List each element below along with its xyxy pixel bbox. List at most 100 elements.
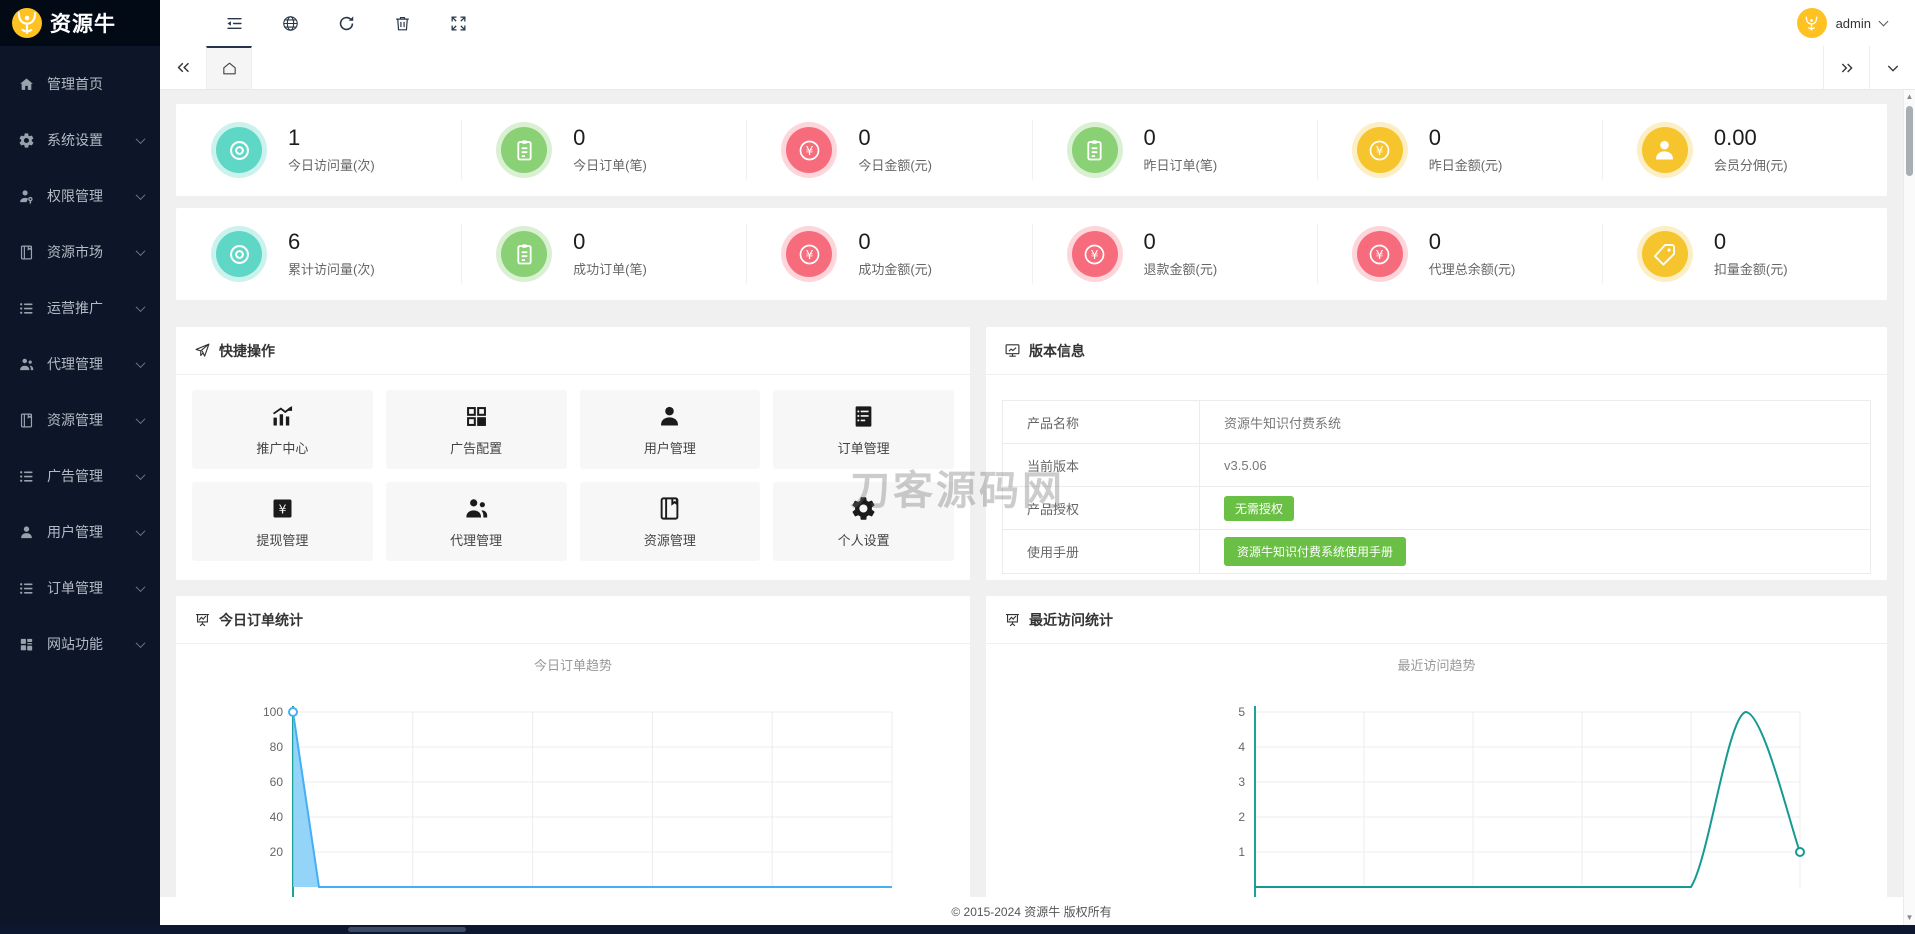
fullscreen-icon: [449, 14, 468, 33]
monitor-icon: [1004, 342, 1021, 359]
user-menu[interactable]: admin: [1797, 8, 1915, 38]
sidebar-item-resources[interactable]: 资源管理: [0, 392, 160, 448]
chevron-down-icon: [136, 638, 146, 648]
stat-today-amount: ¥ 0 今日金额(元): [746, 104, 1031, 196]
svg-text:60: 60: [270, 775, 284, 789]
svg-text:¥: ¥: [805, 144, 813, 158]
vertical-scrollbar[interactable]: ▲ ▼: [1903, 90, 1915, 925]
quick-withdraw-management-button[interactable]: ¥ 提现管理: [192, 482, 373, 561]
version-info-header: 版本信息: [986, 327, 1887, 375]
chart-panel-header: 最近访问统计: [986, 596, 1887, 644]
stat-value: 0: [573, 126, 647, 150]
topbar: admin: [160, 0, 1915, 46]
stat-today-orders: 0 今日订单(笔): [461, 104, 746, 196]
sidebar-item-label: 订单管理: [47, 578, 137, 598]
sidebar-item-site-features[interactable]: 网站功能: [0, 616, 160, 672]
stat-label: 今日订单(笔): [573, 155, 647, 174]
yen-circle-icon: ¥: [1072, 231, 1118, 277]
stat-label: 今日金额(元): [858, 155, 932, 174]
sidebar-item-orders[interactable]: 订单管理: [0, 560, 160, 616]
sidebar-item-operations[interactable]: 运营推广: [0, 280, 160, 336]
brand-bull-icon: [12, 8, 42, 38]
sidebar-item-ads[interactable]: 广告管理: [0, 448, 160, 504]
horizontal-scrollbar[interactable]: [0, 925, 1915, 934]
chevron-down-icon: [136, 190, 146, 200]
stat-member-commission: 0.00 会员分佣(元): [1602, 104, 1887, 196]
svg-text:20: 20: [270, 845, 284, 859]
version-info-panel: 版本信息 产品名称 资源牛知识付费系统 当前版本 v3.5.06 产品授权 无需…: [986, 327, 1887, 580]
sidebar-item-system-settings[interactable]: 系统设置: [0, 112, 160, 168]
quick-agent-management-button[interactable]: 代理管理: [386, 482, 567, 561]
svg-text:¥: ¥: [1091, 248, 1099, 262]
clipboard-icon: [501, 231, 547, 277]
user-icon: [1642, 127, 1688, 173]
language-button[interactable]: [262, 0, 318, 46]
svg-text:¥: ¥: [1376, 248, 1384, 262]
trash-icon: [393, 14, 412, 33]
brand-logo[interactable]: 资源牛: [0, 0, 160, 46]
sidebar-item-label: 系统设置: [47, 130, 137, 150]
fullscreen-button[interactable]: [430, 0, 486, 46]
quick-user-management-button[interactable]: 用户管理: [580, 390, 761, 469]
scroll-down-arrow[interactable]: ▼: [1904, 911, 1915, 925]
gear-icon: [850, 495, 877, 522]
quick-resource-management-button[interactable]: 资源管理: [580, 482, 761, 561]
sidebar-item-agents[interactable]: 代理管理: [0, 336, 160, 392]
stat-label: 代理总余额(元): [1429, 259, 1516, 278]
stat-label: 退款金额(元): [1144, 259, 1218, 278]
scroll-up-arrow[interactable]: ▲: [1904, 90, 1915, 104]
sidebar-item-permissions[interactable]: 权限管理: [0, 168, 160, 224]
stat-value: 1: [288, 126, 375, 150]
svg-text:80: 80: [270, 740, 284, 754]
copyright-text: © 2015-2024 资源牛 版权所有: [951, 903, 1111, 920]
tabs-scroll-right-button[interactable]: [1823, 46, 1869, 89]
quick-actions-panel: 快捷操作 推广中心 广告配置 用户管理: [176, 327, 970, 580]
eye-icon: [216, 127, 262, 173]
user-manual-button[interactable]: 资源牛知识付费系统使用手册: [1224, 537, 1406, 566]
today-orders-chart: 今日订单趋势20406080100: [176, 644, 970, 897]
sidebar-item-label: 用户管理: [47, 522, 137, 542]
tabs-scroll-left-button[interactable]: [160, 46, 206, 89]
quick-promotion-center-button[interactable]: 推广中心: [192, 390, 373, 469]
stat-refund-amount: ¥ 0 退款金额(元): [1032, 208, 1317, 300]
sidebar-item-label: 资源管理: [47, 410, 137, 430]
panel-title: 版本信息: [1029, 341, 1085, 361]
stats-row-1: 1 今日访问量(次) 0 今日订单(笔) ¥ 0 今日金额(元) 0 昨日订单(…: [176, 104, 1887, 196]
brand-name: 资源牛: [50, 8, 116, 38]
chevron-down-icon: [136, 134, 146, 144]
home-icon: [18, 76, 35, 93]
quick-personal-settings-button[interactable]: 个人设置: [773, 482, 954, 561]
clear-cache-button[interactable]: [374, 0, 430, 46]
stat-value: 0: [1429, 126, 1503, 150]
quick-order-management-button[interactable]: 订单管理: [773, 390, 954, 469]
stat-success-amount: ¥ 0 成功金额(元): [746, 208, 1031, 300]
chart-board-icon: [1004, 611, 1021, 628]
horizontal-scrollbar-thumb[interactable]: [348, 927, 466, 932]
sidebar-item-resource-market[interactable]: 资源市场: [0, 224, 160, 280]
footer: © 2015-2024 资源牛 版权所有: [160, 897, 1903, 925]
double-chevron-left-icon: [175, 59, 192, 76]
sidebar-item-users[interactable]: 用户管理: [0, 504, 160, 560]
svg-text:3: 3: [1238, 775, 1245, 789]
tabs-menu-button[interactable]: [1869, 46, 1915, 89]
stat-value: 0: [1429, 230, 1516, 254]
quick-ad-config-button[interactable]: 广告配置: [386, 390, 567, 469]
chevron-down-icon: [136, 526, 146, 536]
vertical-scrollbar-thumb[interactable]: [1906, 106, 1913, 176]
user-key-icon: [18, 188, 35, 205]
avatar: [1797, 8, 1827, 38]
stat-label: 昨日金额(元): [1429, 155, 1503, 174]
stat-total-visits: 6 累计访问量(次): [176, 208, 461, 300]
svg-text:100: 100: [263, 705, 283, 719]
list-icon: [18, 300, 35, 317]
menu-fold-icon: [225, 14, 244, 33]
panel-title: 今日订单统计: [219, 610, 303, 630]
collapse-sidebar-button[interactable]: [206, 0, 262, 46]
tab-home[interactable]: [206, 46, 252, 89]
stats-row-2: 6 累计访问量(次) 0 成功订单(笔) ¥ 0 成功金额(元) ¥ 0 退款金…: [176, 208, 1887, 300]
svg-text:¥: ¥: [278, 502, 286, 516]
sidebar-item-home[interactable]: 管理首页: [0, 56, 160, 112]
chevron-down-icon: [136, 582, 146, 592]
refresh-button[interactable]: [318, 0, 374, 46]
stat-label: 今日访问量(次): [288, 155, 375, 174]
